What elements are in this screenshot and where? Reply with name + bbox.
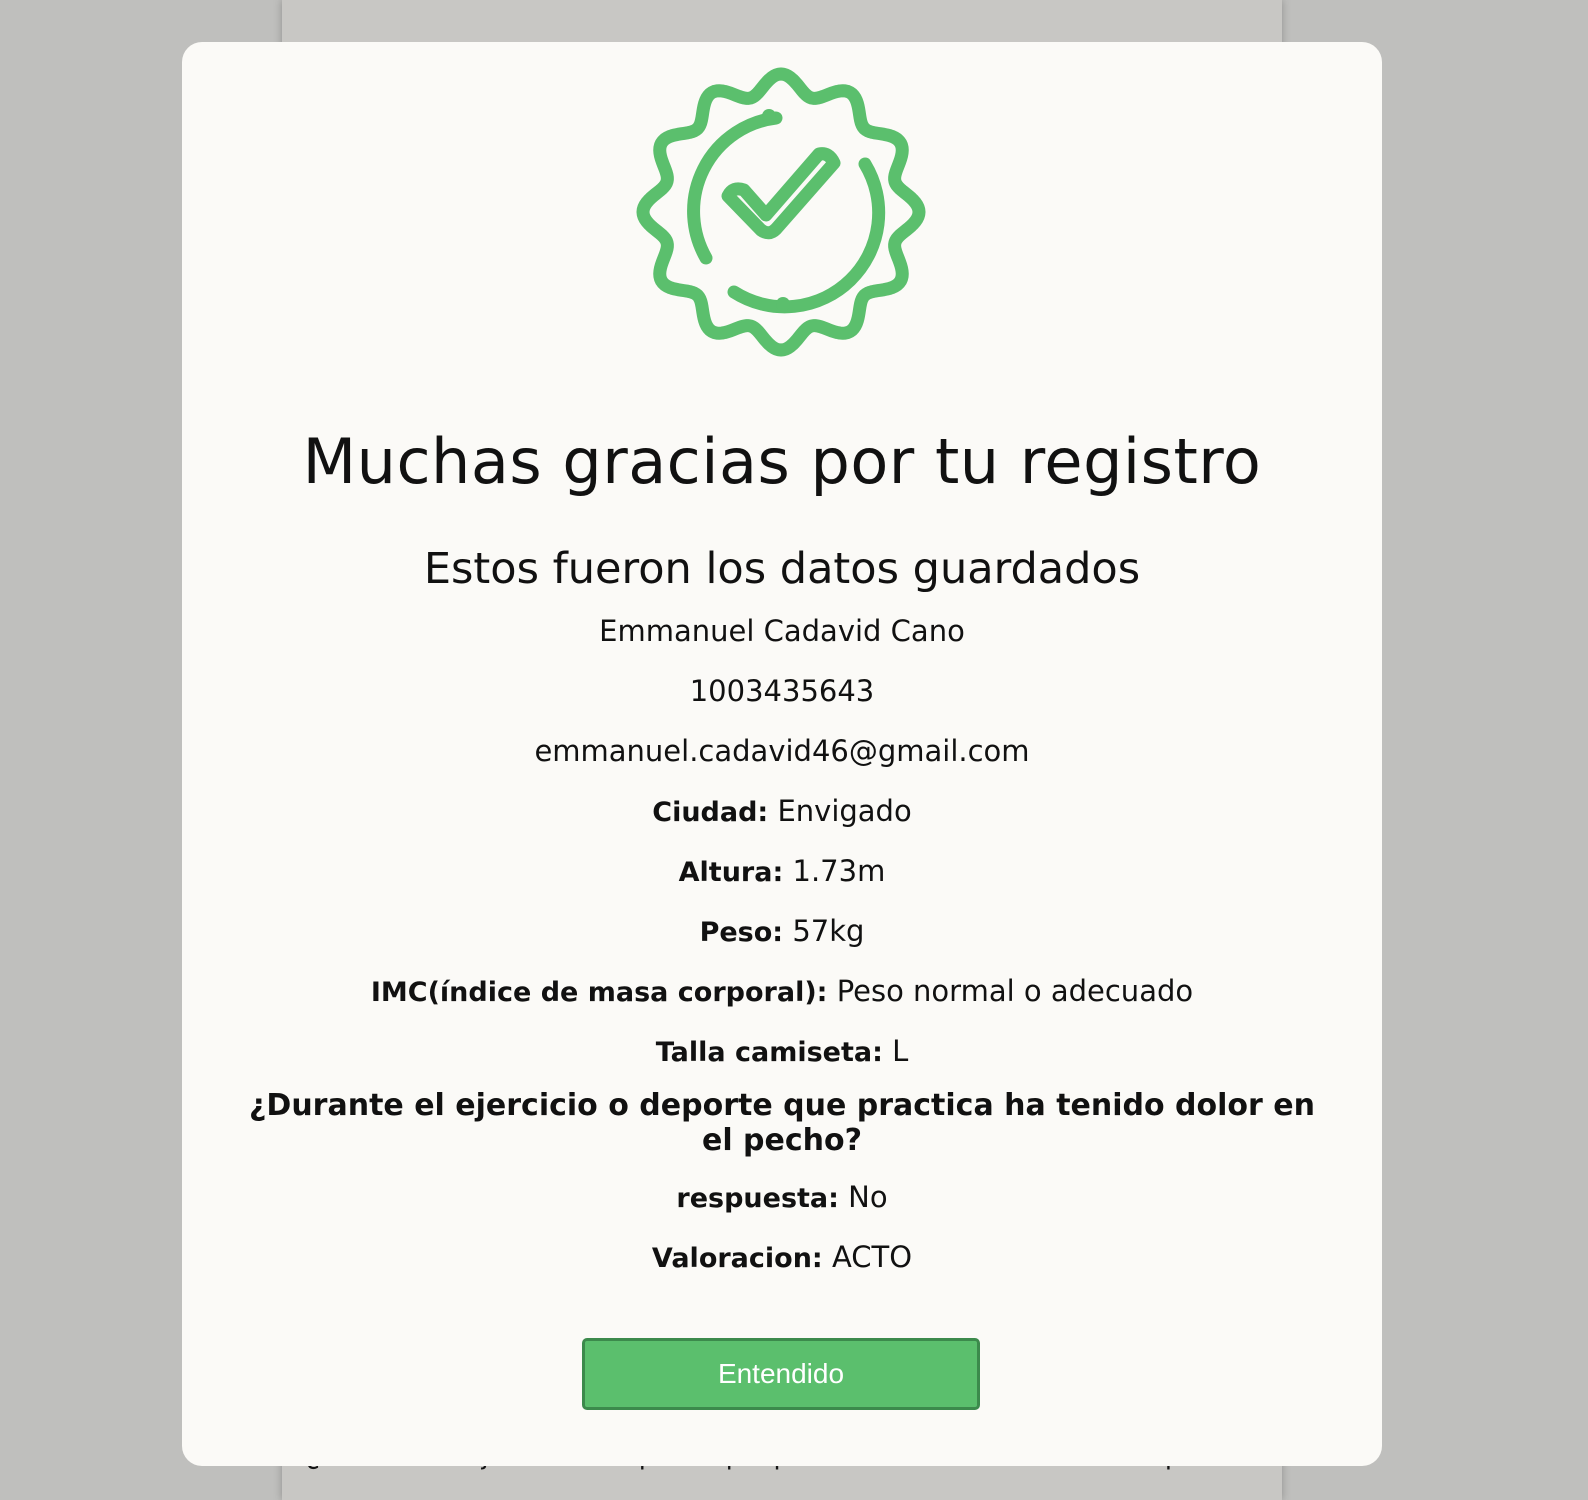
field-value: Envigado (777, 794, 912, 828)
field-value: ACTO (831, 1240, 913, 1274)
field-label: Talla camiseta: (655, 1037, 883, 1068)
field-city: Ciudad: Envigado (232, 788, 1332, 848)
field-value: Peso normal o adecuado (836, 974, 1194, 1008)
field-label: Valoracion: (651, 1243, 823, 1274)
field-answer: respuesta: No (232, 1174, 1332, 1234)
chest-pain-question: ¿Durante el ejercicio o deporte que prac… (249, 1088, 1315, 1158)
understood-button[interactable]: Entendido (582, 1338, 980, 1410)
field-label: Peso: (699, 917, 784, 948)
field-rating: Valoracion: ACTO (232, 1234, 1332, 1294)
page-title: Muchas gracias por tu registro (302, 425, 1262, 498)
full-name: Emmanuel Cadavid Cano (599, 614, 965, 648)
field-bmi: IMC(índice de masa corporal): Peso norma… (232, 968, 1332, 1028)
field-weight: Peso: 57kg (232, 908, 1332, 968)
check-badge-icon (636, 67, 926, 357)
saved-data-list: Emmanuel Cadavid Cano 1003435643 emmanue… (232, 608, 1332, 1294)
field-label: Altura: (678, 857, 784, 888)
page-subtitle: Estos fueron los datos guardados (423, 544, 1141, 594)
field-value: No (848, 1180, 888, 1214)
document-id: 1003435643 (689, 674, 875, 708)
field-label: IMC(índice de masa corporal): (370, 977, 828, 1008)
success-modal: Muchas gracias por tu registro Estos fue… (182, 42, 1382, 1466)
field-value: L (892, 1034, 909, 1068)
field-shirt-size: Talla camiseta: L (232, 1028, 1332, 1088)
email: emmanuel.cadavid46@gmail.com (534, 734, 1030, 768)
field-label: respuesta: (676, 1183, 839, 1214)
field-label: Ciudad: (652, 797, 769, 828)
field-height: Altura: 1.73m (232, 848, 1332, 908)
field-value: 1.73m (792, 854, 886, 888)
field-value: 57kg (792, 914, 865, 948)
